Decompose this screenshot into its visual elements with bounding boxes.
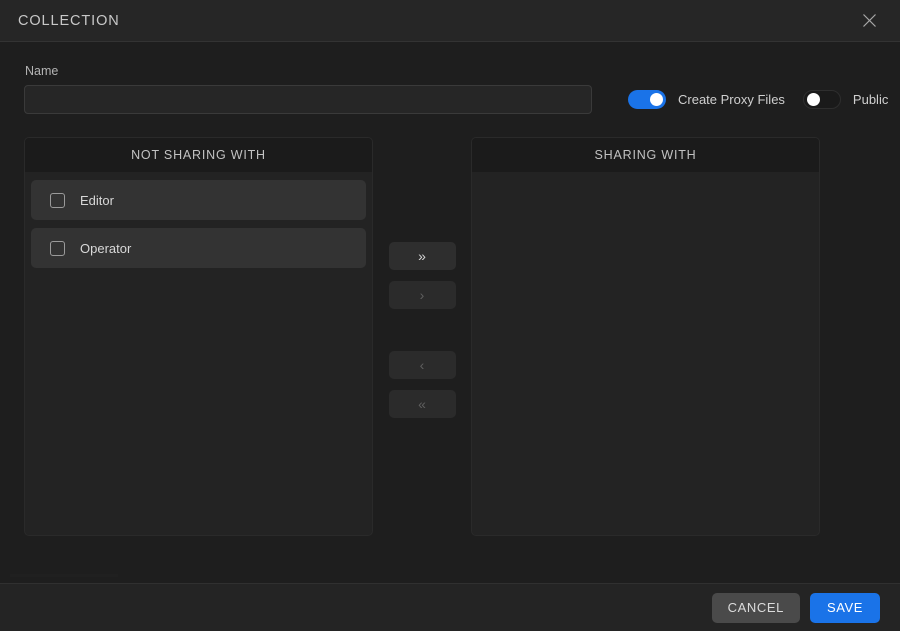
public-label: Public [852,92,889,107]
close-icon[interactable] [854,6,884,36]
list-item-label: Operator [80,240,132,256]
dialog-footer: CANCEL SAVE [0,583,900,631]
move-all-left-button[interactable]: « [388,390,456,418]
sharing-with-header: SHARING WITH [472,138,819,172]
dialog-body: Name Create Proxy Files Public NOT SHARI… [0,42,900,583]
public-toggle[interactable] [802,90,841,109]
name-label: Name [25,64,59,78]
list-item[interactable]: Editor [31,180,366,220]
dialog-header: COLLECTION [0,0,900,42]
name-field: Name [24,64,592,114]
move-right-button[interactable]: › [388,281,456,309]
cancel-button[interactable]: CANCEL [711,592,800,623]
transfer-buttons: » › ‹ « [373,137,471,536]
checkbox-icon[interactable] [50,192,65,208]
checkbox-icon[interactable] [50,240,65,256]
chevron-left-icon: ‹ [419,357,425,373]
not-sharing-with-list[interactable]: Editor Operator [25,172,372,535]
double-chevron-right-icon: » [418,248,426,264]
transfer-list: NOT SHARING WITH Editor Operator » › ‹ «… [24,137,876,536]
list-item-label: Editor [80,192,114,208]
save-button[interactable]: SAVE [810,592,880,623]
render-artifact [10,574,118,577]
collection-dialog: COLLECTION Name Create Proxy Files Publi… [0,0,900,631]
move-left-button[interactable]: ‹ [388,351,456,379]
toggle-knob [650,93,663,106]
not-sharing-with-header: NOT SHARING WITH [25,138,372,172]
name-input[interactable] [24,85,592,114]
create-proxy-files-label: Create Proxy Files [678,92,785,107]
create-proxy-files-toggle[interactable] [628,90,666,109]
sharing-with-panel: SHARING WITH [471,137,820,536]
move-all-right-button[interactable]: » [388,242,456,270]
dialog-title: COLLECTION [18,12,120,29]
toggle-group: Create Proxy Files Public [628,90,888,114]
chevron-right-icon: › [419,287,425,303]
double-chevron-left-icon: « [418,396,426,412]
not-sharing-with-panel: NOT SHARING WITH Editor Operator [24,137,373,536]
toggle-knob [806,93,820,106]
name-row: Name Create Proxy Files Public [24,42,888,114]
sharing-with-list[interactable] [472,172,819,535]
list-item[interactable]: Operator [31,228,366,268]
